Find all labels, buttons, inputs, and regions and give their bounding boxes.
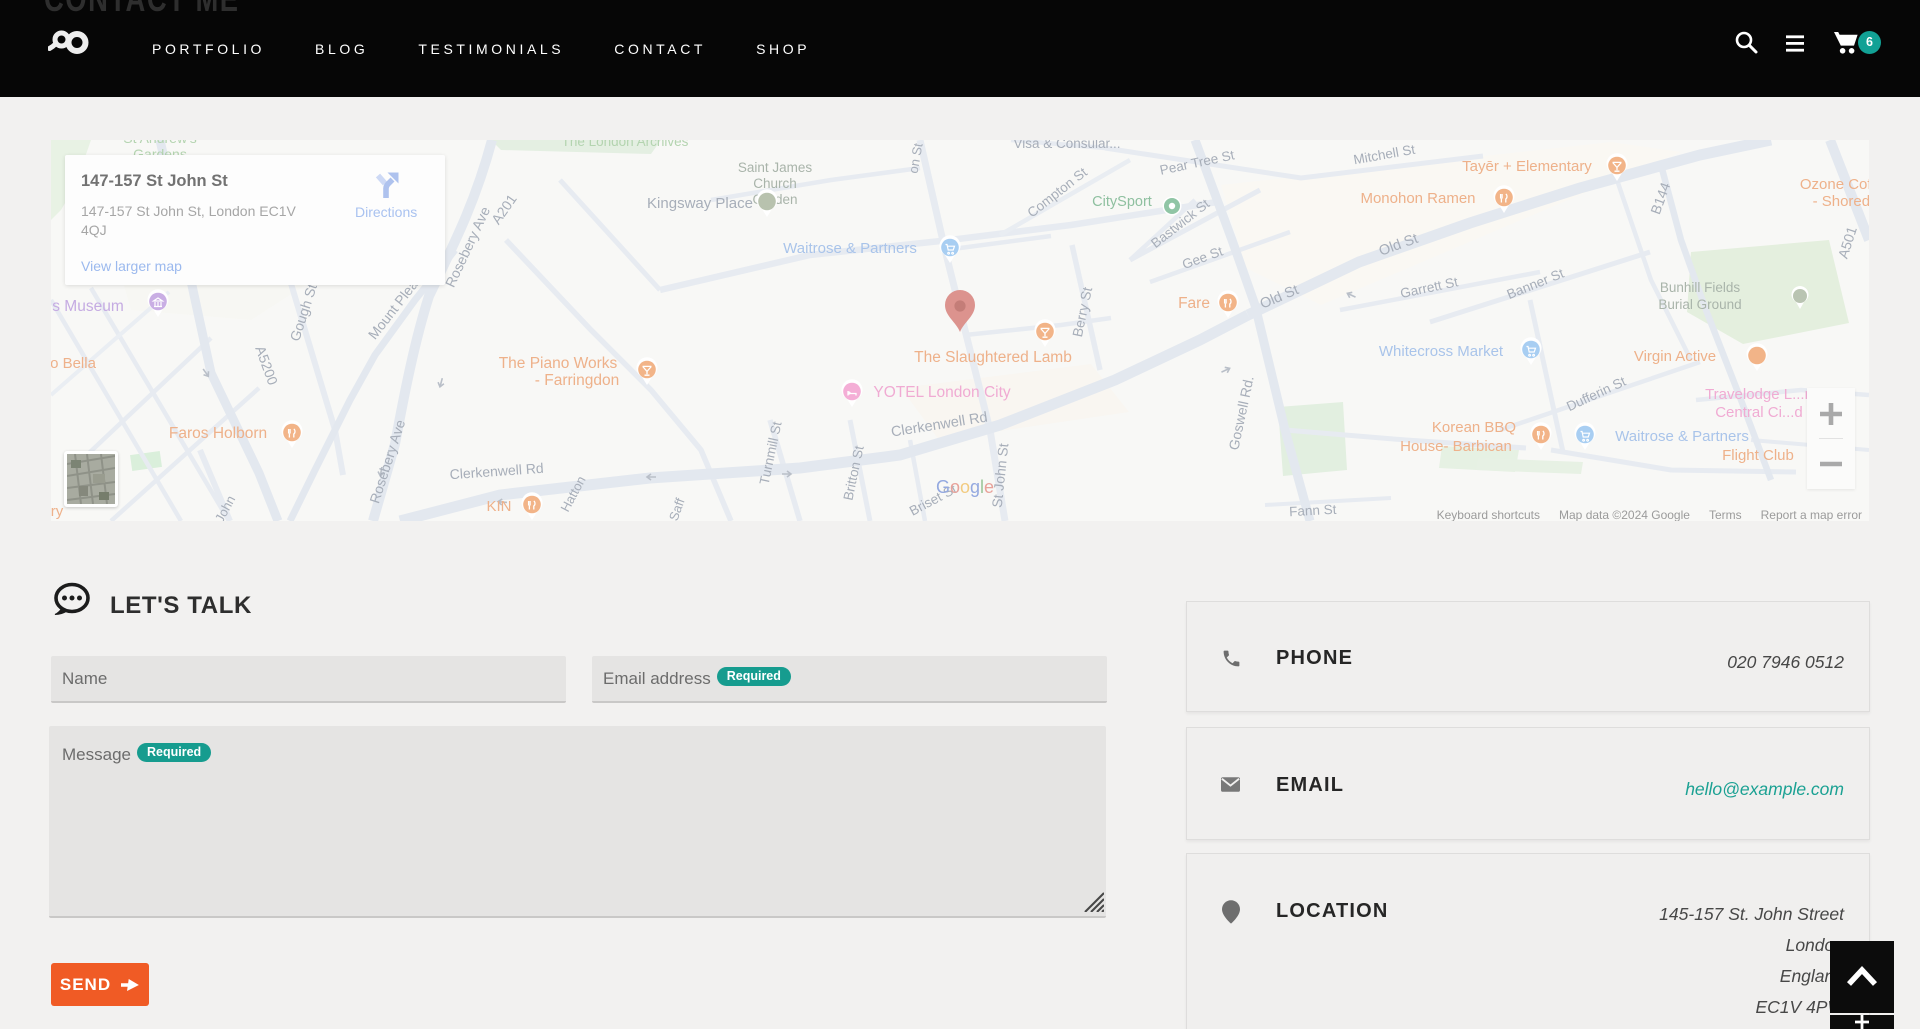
svg-text:Saint James: Saint James <box>738 160 813 175</box>
svg-text:Whitecross Market: Whitecross Market <box>1379 343 1504 360</box>
svg-text:g: g <box>970 477 980 497</box>
svg-text:o Bella: o Bella <box>51 355 97 372</box>
svg-text:G: G <box>936 477 950 497</box>
svg-text:Central Ci...d: Central Ci...d <box>1715 404 1803 421</box>
svg-text:Waitrose & Partners: Waitrose & Partners <box>1615 428 1749 445</box>
svg-text:- Farringdon: - Farringdon <box>535 372 619 389</box>
svg-text:ry: ry <box>51 503 64 520</box>
svg-text:Kingsway Place: Kingsway Place <box>647 195 753 212</box>
svg-text:o: o <box>960 477 970 497</box>
svg-text:s Museum: s Museum <box>52 298 124 315</box>
svg-text:Fare: Fare <box>1178 295 1210 312</box>
svg-text:Virgin Active: Virgin Active <box>1634 348 1716 365</box>
svg-text:Bunhill Fields: Bunhill Fields <box>1660 280 1741 295</box>
svg-text:Visa & Consular...: Visa & Consular... <box>1013 140 1120 151</box>
svg-text:e: e <box>984 477 994 497</box>
svg-text:Monohon Ramen: Monohon Ramen <box>1360 190 1475 207</box>
svg-text:Church: Church <box>753 176 797 191</box>
svg-text:Fann St: Fann St <box>1289 502 1337 519</box>
svg-text:The Piano Works: The Piano Works <box>499 355 618 372</box>
svg-text:CitySport: CitySport <box>1092 194 1152 210</box>
svg-text:- Shoreditch: - Shoreditch <box>1813 193 1869 210</box>
svg-text:Korean BBQ: Korean BBQ <box>1432 419 1516 436</box>
svg-text:Flight Club: Flight Club <box>1722 447 1794 464</box>
svg-text:House- Barbican: House- Barbican <box>1400 438 1512 455</box>
svg-text:Burial Ground: Burial Ground <box>1658 297 1741 312</box>
svg-text:KIN: KIN <box>486 498 511 515</box>
svg-text:Travelodge L...n: Travelodge L...n <box>1705 386 1813 403</box>
svg-text:The London Archives: The London Archives <box>562 140 689 149</box>
svg-text:o: o <box>950 477 960 497</box>
svg-text:The Slaughtered Lamb: The Slaughtered Lamb <box>914 349 1072 366</box>
svg-text:Tayēr + Elementary: Tayēr + Elementary <box>1462 158 1592 175</box>
svg-text:YOTEL London City: YOTEL London City <box>873 384 1011 401</box>
svg-text:Ozone Coffee: Ozone Coffee <box>1800 176 1869 193</box>
svg-text:Waitrose & Partners: Waitrose & Partners <box>783 240 917 257</box>
svg-text:Faros Holborn: Faros Holborn <box>169 425 267 442</box>
